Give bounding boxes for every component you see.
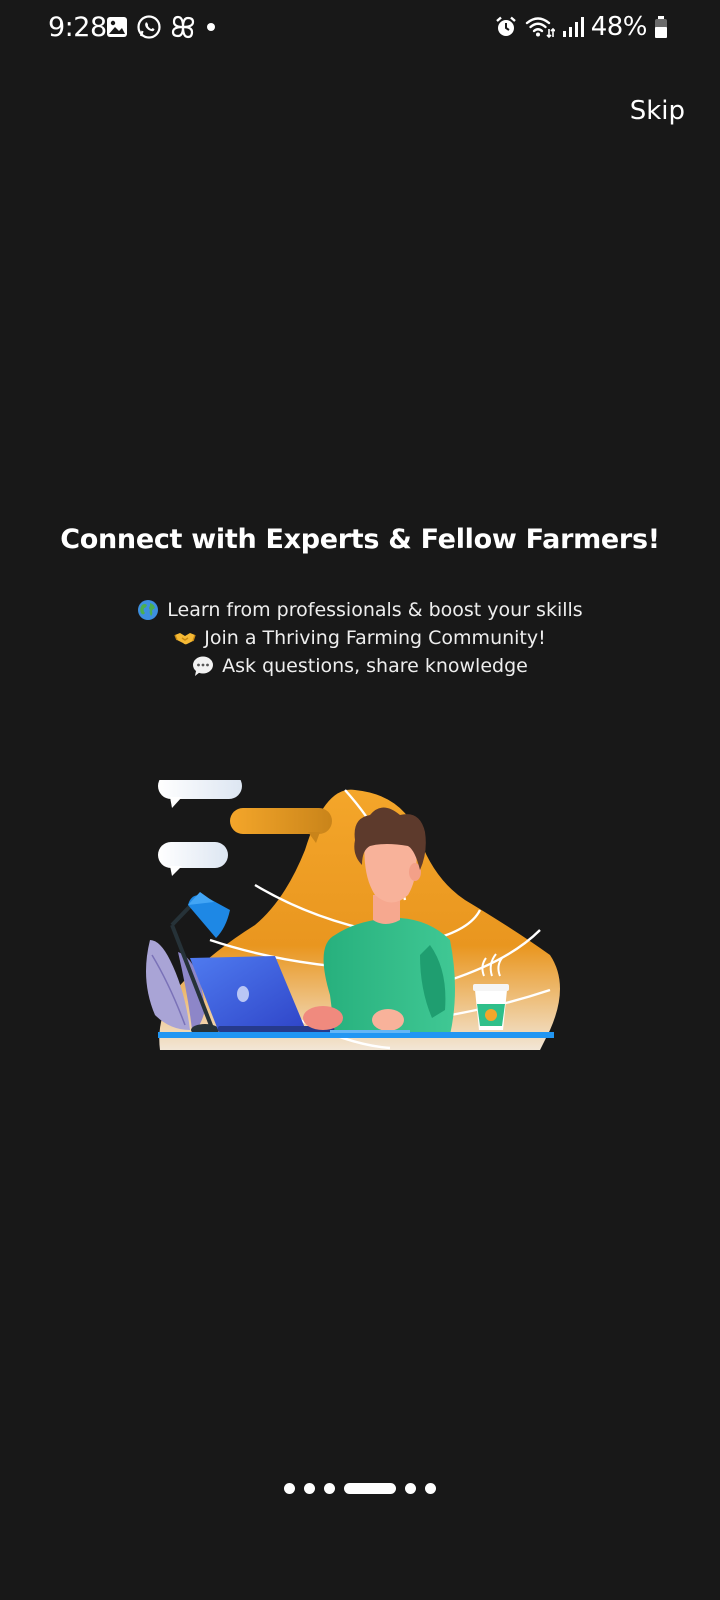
globe-icon: [137, 599, 159, 621]
chat-bubble-1: [158, 773, 242, 808]
page-dot[interactable]: [284, 1483, 295, 1494]
alarm-icon: [494, 15, 518, 39]
handshake-icon: [174, 627, 196, 649]
feature-item: Ask questions, share knowledge: [0, 652, 720, 680]
whatsapp-icon: [136, 14, 162, 40]
notification-icons: [106, 14, 218, 40]
feature-list: Learn from professionals & boost your sk…: [0, 596, 720, 680]
page-dot[interactable]: [324, 1483, 335, 1494]
feature-item: Learn from professionals & boost your sk…: [0, 596, 720, 624]
page-indicator[interactable]: [0, 1483, 720, 1494]
chat-bubble-2: [230, 808, 332, 843]
gallery-icon: [106, 16, 128, 38]
status-time: 9:28: [48, 12, 107, 43]
dot-icon: [204, 20, 218, 34]
feature-text: Join a Thriving Farming Community!: [204, 627, 546, 649]
page-dot[interactable]: [425, 1483, 436, 1494]
onboarding-title: Connect with Experts & Fellow Farmers!: [60, 524, 660, 555]
illustration-art: [146, 773, 561, 1050]
feature-item: Join a Thriving Farming Community!: [0, 624, 720, 652]
page-dot[interactable]: [405, 1483, 416, 1494]
pinwheel-icon: [170, 14, 196, 40]
battery-icon: [654, 15, 668, 39]
feature-text: Ask questions, share knowledge: [222, 655, 528, 677]
signal-icon: [562, 15, 584, 39]
status-bar: 9:28 48%: [0, 0, 720, 60]
expert-illustration: [130, 773, 570, 1060]
chat-bubble-3: [158, 842, 228, 876]
onboarding-screen: 9:28 48% Skip Connect with Experts & Fel…: [0, 0, 720, 1600]
wifi-icon: [525, 15, 555, 39]
battery-percent: 48%: [590, 12, 648, 42]
speech-bubble-icon: [192, 655, 214, 677]
page-dot[interactable]: [304, 1483, 315, 1494]
page-dot-active[interactable]: [344, 1483, 396, 1494]
system-icons: 48%: [494, 12, 668, 42]
skip-button[interactable]: Skip: [630, 96, 685, 126]
feature-text: Learn from professionals & boost your sk…: [167, 599, 583, 621]
